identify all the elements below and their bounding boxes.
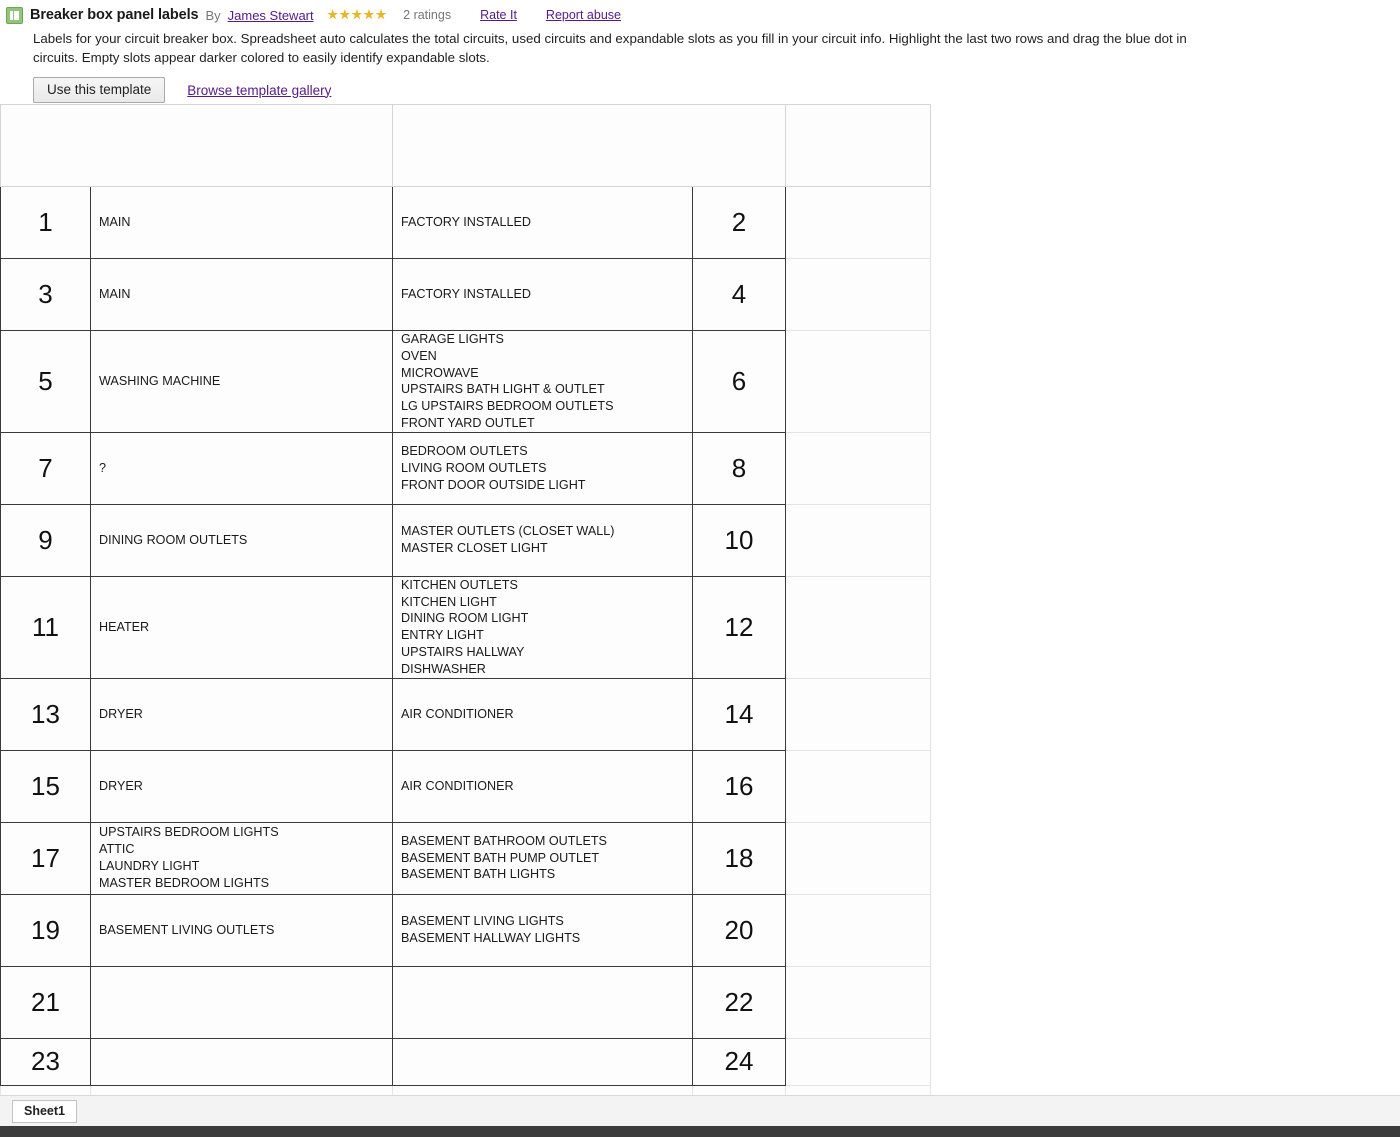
breaker-number-left[interactable]: 5 xyxy=(1,331,91,433)
template-header: Breaker box panel labels By James Stewar… xyxy=(0,0,1400,105)
spare-cell[interactable] xyxy=(786,822,931,894)
table-row[interactable]: 11HEATERKITCHEN OUTLETS KITCHEN LIGHT DI… xyxy=(1,576,931,678)
table-row[interactable]: 13DRYERAIR CONDITIONER14 xyxy=(1,678,931,750)
page-title: Breaker box panel labels xyxy=(30,7,198,23)
breaker-label-left[interactable]: DRYER xyxy=(91,750,393,822)
breaker-panel-table[interactable]: 1MAINFACTORY INSTALLED23MAINFACTORY INST… xyxy=(0,104,931,1109)
breaker-number-right[interactable]: 6 xyxy=(693,331,786,433)
summary-row xyxy=(1,105,931,187)
breaker-number-right[interactable]: 12 xyxy=(693,576,786,678)
breaker-label-right[interactable]: FACTORY INSTALLED xyxy=(393,187,693,259)
summary-side-cell[interactable] xyxy=(786,105,931,187)
spare-cell[interactable] xyxy=(786,432,931,504)
breaker-number-left[interactable]: 19 xyxy=(1,894,91,966)
breaker-label-left[interactable]: MAIN xyxy=(91,187,393,259)
summary-filler-cell xyxy=(393,105,786,187)
breaker-label-left[interactable]: MAIN xyxy=(91,259,393,331)
breaker-label-right[interactable]: KITCHEN OUTLETS KITCHEN LIGHT DINING ROO… xyxy=(393,576,693,678)
breaker-number-right[interactable]: 14 xyxy=(693,678,786,750)
breaker-label-left[interactable]: DINING ROOM OUTLETS xyxy=(91,504,393,576)
breaker-number-right[interactable]: 20 xyxy=(693,894,786,966)
spare-cell[interactable] xyxy=(786,894,931,966)
breaker-number-left[interactable]: 9 xyxy=(1,504,91,576)
breaker-label-left[interactable] xyxy=(91,1038,393,1085)
summary-cell xyxy=(1,105,393,187)
breaker-label-right[interactable]: GARAGE LIGHTS OVEN MICROWAVE UPSTAIRS BA… xyxy=(393,331,693,433)
breaker-label-right[interactable]: BASEMENT LIVING LIGHTS BASEMENT HALLWAY … xyxy=(393,894,693,966)
breaker-number-left[interactable]: 3 xyxy=(1,259,91,331)
breaker-label-right[interactable] xyxy=(393,966,693,1038)
star-rating-icon: ★★★★★ xyxy=(327,7,388,23)
rate-it-link[interactable]: Rate It xyxy=(480,8,517,22)
spare-cell[interactable] xyxy=(786,966,931,1038)
breaker-number-right[interactable]: 24 xyxy=(693,1038,786,1085)
by-label: By xyxy=(205,8,220,23)
table-row[interactable]: 23 24 xyxy=(1,1038,931,1085)
template-description: Labels for your circuit breaker box. Spr… xyxy=(0,26,1400,67)
breaker-number-left[interactable]: 23 xyxy=(1,1038,91,1085)
breaker-label-left[interactable] xyxy=(91,966,393,1038)
sheet-tab-bar[interactable]: Sheet1 xyxy=(0,1095,1400,1127)
table-row[interactable]: 15DRYERAIR CONDITIONER16 xyxy=(1,750,931,822)
breaker-number-left[interactable]: 7 xyxy=(1,432,91,504)
breaker-label-left[interactable]: HEATER xyxy=(91,576,393,678)
author-link[interactable]: James Stewart xyxy=(228,8,314,23)
breaker-number-right[interactable]: 16 xyxy=(693,750,786,822)
breaker-number-right[interactable]: 8 xyxy=(693,432,786,504)
breaker-number-left[interactable]: 21 xyxy=(1,966,91,1038)
rating-count: 2 ratings xyxy=(403,8,451,22)
breaker-label-right[interactable]: AIR CONDITIONER xyxy=(393,678,693,750)
spare-cell[interactable] xyxy=(786,1038,931,1085)
spare-cell[interactable] xyxy=(786,678,931,750)
table-row[interactable]: 7?BEDROOM OUTLETS LIVING ROOM OUTLETS FR… xyxy=(1,432,931,504)
table-row[interactable]: 19BASEMENT LIVING OUTLETSBASEMENT LIVING… xyxy=(1,894,931,966)
table-row[interactable]: 21 22 xyxy=(1,966,931,1038)
breaker-number-left[interactable]: 15 xyxy=(1,750,91,822)
table-row[interactable]: 17UPSTAIRS BEDROOM LIGHTS ATTIC LAUNDRY … xyxy=(1,822,931,894)
report-abuse-link[interactable]: Report abuse xyxy=(546,8,621,22)
browse-template-gallery-link[interactable]: Browse template gallery xyxy=(187,83,331,98)
breaker-number-right[interactable]: 2 xyxy=(693,187,786,259)
table-row[interactable]: 9DINING ROOM OUTLETSMASTER OUTLETS (CLOS… xyxy=(1,504,931,576)
breaker-label-right[interactable]: BEDROOM OUTLETS LIVING ROOM OUTLETS FRON… xyxy=(393,432,693,504)
spare-cell[interactable] xyxy=(786,187,931,259)
template-header-top-row: Breaker box panel labels By James Stewar… xyxy=(0,4,1400,26)
breaker-number-left[interactable]: 17 xyxy=(1,822,91,894)
breaker-label-right[interactable]: AIR CONDITIONER xyxy=(393,750,693,822)
spare-cell[interactable] xyxy=(786,576,931,678)
spreadsheet-area[interactable]: 1MAINFACTORY INSTALLED23MAINFACTORY INST… xyxy=(0,104,1400,1091)
breaker-number-left[interactable]: 11 xyxy=(1,576,91,678)
table-row[interactable]: 1MAINFACTORY INSTALLED2 xyxy=(1,187,931,259)
breaker-number-right[interactable]: 4 xyxy=(693,259,786,331)
breaker-label-left[interactable]: WASHING MACHINE xyxy=(91,331,393,433)
breaker-number-left[interactable]: 13 xyxy=(1,678,91,750)
table-row[interactable]: 5WASHING MACHINEGARAGE LIGHTS OVEN MICRO… xyxy=(1,331,931,433)
breaker-label-left[interactable]: ? xyxy=(91,432,393,504)
breaker-number-right[interactable]: 22 xyxy=(693,966,786,1038)
spreadsheet-icon xyxy=(6,7,23,24)
spare-cell[interactable] xyxy=(786,750,931,822)
breaker-number-right[interactable]: 10 xyxy=(693,504,786,576)
breaker-label-left[interactable]: DRYER xyxy=(91,678,393,750)
breaker-label-right[interactable]: FACTORY INSTALLED xyxy=(393,259,693,331)
spare-cell[interactable] xyxy=(786,504,931,576)
breaker-label-right[interactable]: BASEMENT BATHROOM OUTLETS BASEMENT BATH … xyxy=(393,822,693,894)
breaker-number-right[interactable]: 18 xyxy=(693,822,786,894)
spare-cell[interactable] xyxy=(786,259,931,331)
template-actions: Use this template Browse template galler… xyxy=(0,67,1400,105)
table-row[interactable]: 3MAINFACTORY INSTALLED4 xyxy=(1,259,931,331)
spare-cell[interactable] xyxy=(786,331,931,433)
breaker-label-right[interactable]: MASTER OUTLETS (CLOSET WALL) MASTER CLOS… xyxy=(393,504,693,576)
breaker-number-left[interactable]: 1 xyxy=(1,187,91,259)
breaker-label-right[interactable] xyxy=(393,1038,693,1085)
breaker-label-left[interactable]: UPSTAIRS BEDROOM LIGHTS ATTIC LAUNDRY LI… xyxy=(91,822,393,894)
window-bottom-strip xyxy=(0,1126,1400,1137)
breaker-label-left[interactable]: BASEMENT LIVING OUTLETS xyxy=(91,894,393,966)
use-this-template-button[interactable]: Use this template xyxy=(33,77,165,103)
sheet-tab-sheet1[interactable]: Sheet1 xyxy=(12,1100,77,1123)
